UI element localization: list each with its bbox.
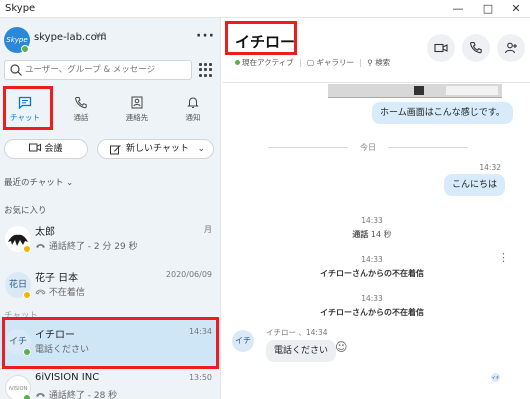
message-bubble-outgoing[interactable]: ホーム画面はこんな感じです。 — [372, 102, 513, 124]
gallery-link[interactable]: ▢ ギャラリー — [307, 58, 354, 67]
message-time: 14:33 — [361, 216, 383, 225]
message-bubble-outgoing[interactable]: こんにちは — [444, 174, 506, 196]
new-chat-label: 新しいチャット — [126, 144, 189, 154]
video-call-button[interactable] — [427, 34, 455, 62]
message-bubble-incoming[interactable]: 電話ください — [266, 340, 337, 362]
edit-icon — [110, 145, 121, 155]
chat-time: 2020/06/09 — [165, 270, 212, 279]
missed-call-notice: イチローさんからの不在着信 — [320, 308, 424, 317]
audio-call-button[interactable] — [462, 34, 490, 62]
contact-name: 6iVISION INC — [35, 372, 100, 383]
video-icon — [29, 143, 42, 152]
contact-name: 花子 日本 — [35, 273, 79, 284]
missed-call-notice: イチローさんからの不在着信 — [320, 269, 424, 278]
recent-chats-header[interactable]: 最近のチャット ⌄ — [4, 176, 73, 188]
presence-indicator — [23, 394, 31, 399]
add-person-icon — [504, 42, 517, 54]
sender-avatar[interactable]: イチ — [232, 330, 254, 352]
missed-call-icon — [35, 289, 46, 295]
new-chat-button[interactable]: 新しいチャット ⌄ — [97, 139, 214, 159]
meet-now-label: 会議 — [44, 144, 63, 154]
minimize-button[interactable]: — — [444, 0, 472, 18]
chat-time: 月 — [204, 225, 212, 234]
status-text: 現在アクティブ — [242, 58, 294, 67]
account-credit[interactable]: ¥0 — [95, 32, 106, 42]
presence-indicator — [235, 60, 240, 65]
selected-chat-highlight — [2, 317, 219, 369]
maximize-button[interactable]: □ — [474, 0, 502, 18]
chat-preview: 通話終了 - 28 秒 — [35, 388, 117, 399]
message-time: 14:32 — [479, 163, 501, 172]
tab-contacts-label: 連絡先 — [125, 113, 149, 122]
tab-calls[interactable]: 通話 — [57, 90, 105, 130]
window-title: Skype — [5, 3, 36, 14]
window-titlebar: Skype — □ ✕ — [0, 0, 530, 18]
shared-image-thumbnail[interactable] — [328, 84, 502, 98]
call-summary[interactable]: 通話 14 秒 — [222, 229, 522, 240]
title-highlight — [225, 21, 297, 55]
message-time: 14:33 — [361, 294, 383, 303]
phone-icon — [470, 41, 482, 54]
sidebar: Skype skype-lab.com ¥0 ··· チャット 通話 — [0, 18, 221, 399]
search-box[interactable] — [4, 60, 192, 80]
chat-list-item[interactable]: 花日 花子 日本 2020/06/09 不在着信 — [0, 263, 220, 309]
away-indicator — [23, 245, 31, 253]
conversation-status: 現在アクティブ | ▢ ギャラリー | ⚲ 検索 — [235, 57, 390, 68]
chat-tab-highlight — [3, 86, 53, 130]
tab-calls-label: 通話 — [73, 113, 89, 122]
tab-notifications[interactable]: 通知 — [169, 90, 217, 130]
conversation-pane: イチロー 現在アクティブ | ▢ ギャラリー | ⚲ 検索 ホーム画面はこんな感… — [222, 18, 530, 399]
bell-icon — [187, 97, 199, 108]
chat-list-item[interactable]: iVISION 6iVISION INC 13:50 通話終了 - 28 秒 — [0, 366, 220, 399]
favorites-header: お気に入り — [4, 206, 47, 216]
phone-icon — [75, 97, 87, 109]
meet-now-button[interactable]: 会議 — [4, 139, 88, 159]
chat-preview: 通話終了 - 2 分 29 秒 — [35, 239, 138, 252]
search-input[interactable] — [25, 62, 189, 78]
search-link[interactable]: ⚲ 検索 — [367, 58, 390, 67]
date-separator: 今日 — [268, 142, 468, 152]
read-receipt-avatar: イチ — [491, 373, 500, 382]
dialpad-icon[interactable] — [199, 63, 213, 77]
call-ended-icon — [36, 393, 45, 397]
away-indicator — [23, 291, 31, 299]
header-divider — [222, 82, 530, 83]
tab-contacts[interactable]: 連絡先 — [113, 90, 161, 130]
message-options-icon[interactable]: ⋮ — [498, 251, 509, 264]
chat-time: 13:50 — [188, 373, 212, 382]
contact-name: 太郎 — [35, 227, 55, 238]
sender-info: イチロー 、14:34 — [266, 328, 328, 337]
call-ended-icon — [36, 244, 45, 248]
search-icon — [10, 64, 22, 76]
chevron-down-icon[interactable]: ⌄ — [197, 140, 205, 158]
video-icon — [434, 43, 448, 53]
close-button[interactable]: ✕ — [502, 0, 530, 18]
contacts-icon — [131, 96, 143, 109]
more-options-button[interactable]: ··· — [196, 28, 215, 44]
chat-preview: 不在着信 — [35, 285, 85, 298]
add-people-button[interactable] — [497, 34, 525, 62]
chat-list-item[interactable]: 太郎 月 通話終了 - 2 分 29 秒 — [0, 217, 220, 263]
presence-indicator — [21, 45, 29, 53]
message-time: 14:33 — [361, 255, 383, 264]
tab-notifications-label: 通知 — [185, 113, 201, 122]
emoji-reaction-icon[interactable]: ☺ — [335, 340, 348, 354]
